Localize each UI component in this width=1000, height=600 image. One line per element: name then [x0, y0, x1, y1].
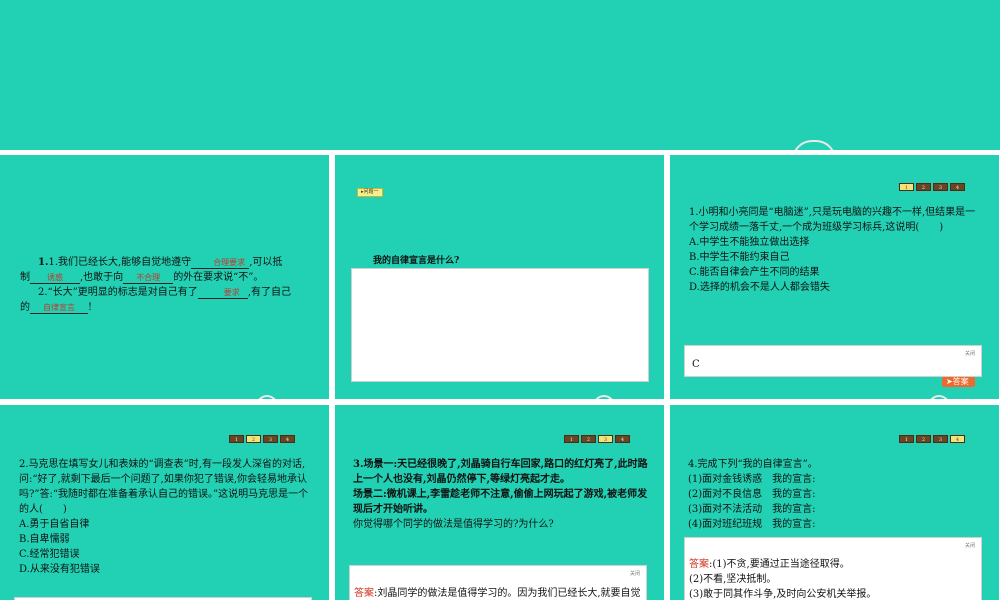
- nav-button-3[interactable]: 3: [933, 435, 948, 443]
- option-d: D.选择的机会不是人人都会错失: [689, 282, 830, 293]
- slide-panel-1[interactable]: 1.1.我们已经长大,能够自觉地遵守 合理要求 ,可以抵 制诱惑 ,也敢于向 不合理 的外…: [0, 155, 329, 399]
- answer-button-label: 答案: [952, 377, 969, 386]
- answer-label: 答案: [354, 588, 374, 599]
- scene-one: 3.场景一:天已经很晚了,刘晶骑自行车回家,路口的红灯亮了,此时路上一个人也没有…: [353, 459, 648, 485]
- question-stem: 你觉得哪个同学的做法是值得学习的?为什么?: [353, 519, 554, 530]
- question-tag-label: 问题一: [363, 189, 379, 195]
- nav-button-4[interactable]: 4: [280, 435, 295, 443]
- item-1: (1)面对金钱诱惑 我的宣言:: [688, 474, 816, 485]
- question-stem: 1.小明和小亮同是“电脑迷”,只是玩电脑的兴趣不一样,但结果是一个学习成绩一落千…: [689, 207, 976, 233]
- slide-panel-4[interactable]: 1 2 3 4 2.马克思在填写女儿和表妹的“调查表”时,有一段发人深省的对话,…: [0, 405, 329, 600]
- question-nav: 1 2 3 4: [564, 435, 630, 443]
- nav-button-1[interactable]: 1: [564, 435, 579, 443]
- answer-line-1: :(1)不贪,要通过正当途径取得。: [709, 559, 850, 570]
- question-text: 4.完成下列“我的自律宣言”。 (1)面对金钱诱惑 我的宣言: (2)面对不良信…: [688, 457, 983, 532]
- q2-end: !: [88, 302, 93, 313]
- slide-decoration-arc: [593, 395, 615, 399]
- blank-4: 要求: [197, 288, 248, 299]
- nav-button-1[interactable]: 1: [229, 435, 244, 443]
- question-text: 3.场景一:天已经很晚了,刘晶骑自行车回家,路口的红灯亮了,此时路上一个人也没有…: [353, 457, 648, 532]
- q1-mid: ,可以抵: [249, 257, 283, 268]
- slide-top: [0, 0, 1000, 150]
- nav-button-3[interactable]: 3: [933, 183, 948, 191]
- q2-prefix-2: 的: [20, 302, 30, 313]
- question-title: 4.完成下列“我的自律宣言”。: [688, 459, 818, 470]
- slide-decoration-arc: [792, 140, 836, 150]
- answer-text: 答案:刘晶同学的做法是值得学习的。因为我们已经长大,就要自觉: [354, 586, 646, 600]
- answer-button[interactable]: ➤答案: [942, 377, 975, 387]
- scene-two: 场景二:微机课上,李雷趁老师不注意,偷偷上网玩起了游戏,被老师发现后才开始听讲。: [353, 489, 648, 515]
- option-c: C.经常犯错误: [19, 549, 80, 560]
- answer-area[interactable]: [351, 268, 649, 382]
- nav-button-1[interactable]: 1: [899, 435, 914, 443]
- option-a: A.勇于自省自律: [19, 519, 90, 530]
- answer-line-3: (3)敢于同其作斗争,及时向公安机关举报。: [689, 589, 877, 600]
- answer-line-2: (2)不看,坚决抵制。: [689, 574, 777, 585]
- answer-popup: 关闭 答案:(1)不贪,要通过正当途径取得。 (2)不看,坚决抵制。 (3)敢于…: [684, 537, 982, 600]
- answer-text: 答案:(1)不贪,要通过正当途径取得。 (2)不看,坚决抵制。 (3)敢于同其作…: [689, 557, 981, 600]
- close-button[interactable]: 关闭: [965, 350, 975, 357]
- nav-button-2[interactable]: 2: [581, 435, 596, 443]
- answer-body: :刘晶同学的做法是值得学习的。因为我们已经长大,就要自觉: [374, 588, 641, 599]
- answer-label: 答案: [689, 559, 709, 570]
- slide-panel-3[interactable]: 1 2 3 4 1.小明和小亮同是“电脑迷”,只是玩电脑的兴趣不一样,但结果是一…: [670, 155, 999, 399]
- blank-3: 不合理: [123, 273, 174, 284]
- close-button[interactable]: 关闭: [965, 542, 975, 549]
- blank-1: 合理要求: [191, 258, 250, 269]
- slide-decoration-arc: [928, 395, 950, 399]
- q1-number: 1.: [38, 257, 49, 268]
- slide-panel-6[interactable]: 1 2 3 4 4.完成下列“我的自律宣言”。 (1)面对金钱诱惑 我的宣言: …: [670, 405, 999, 600]
- question-heading: 我的自律宣言是什么?: [373, 256, 460, 266]
- question-nav: 1 2 3 4: [899, 183, 965, 191]
- option-d: D.从来没有犯错误: [19, 564, 100, 575]
- question-text: 2.马克思在填写女儿和表妹的“调查表”时,有一段发人深省的对话,问:“好了,就剩…: [19, 457, 314, 577]
- q1-end: 的外在要求说“不”。: [173, 272, 264, 283]
- question-nav: 1 2 3 4: [899, 435, 965, 443]
- q1-prefix: 1.我们已经长大,能够自觉地遵守: [48, 257, 192, 268]
- question-nav: 1 2 3 4: [229, 435, 295, 443]
- answer-popup: 关闭 C: [684, 345, 982, 377]
- slide-decoration-arc: [256, 395, 278, 399]
- option-b: B.自卑懦弱: [19, 534, 70, 545]
- fill-blank-text: 1.1.我们已经长大,能够自觉地遵守 合理要求 ,可以抵 制诱惑 ,也敢于向 不合理 的外…: [20, 255, 320, 315]
- nav-button-4[interactable]: 4: [615, 435, 630, 443]
- item-2: (2)面对不良信息 我的宣言:: [688, 489, 816, 500]
- q1-mid-2: ,也敢于向: [80, 272, 124, 283]
- nav-button-3[interactable]: 3: [263, 435, 278, 443]
- blank-5: 自律宣言: [30, 303, 88, 314]
- nav-button-2[interactable]: 2: [916, 435, 931, 443]
- question-stem: 2.马克思在填写女儿和表妹的“调查表”时,有一段发人深省的对话,问:“好了,就剩…: [19, 459, 309, 515]
- option-c: C.能否自律会产生不同的结果: [689, 267, 820, 278]
- nav-button-4[interactable]: 4: [950, 435, 965, 443]
- blank-2: 诱惑: [30, 273, 80, 284]
- option-b: B.中学生不能约束自己: [689, 252, 790, 263]
- nav-button-3[interactable]: 3: [598, 435, 613, 443]
- item-4: (4)面对班纪班规 我的宣言:: [688, 519, 816, 530]
- q2-prefix: 2.“长大”更明显的标志是对自己有了: [38, 287, 198, 298]
- nav-button-2[interactable]: 2: [916, 183, 931, 191]
- answer-popup: 关闭 答案:刘晶同学的做法是值得学习的。因为我们已经长大,就要自觉: [349, 565, 647, 600]
- q1-prefix-2: 制: [20, 272, 30, 283]
- question-text: 1.小明和小亮同是“电脑迷”,只是玩电脑的兴趣不一样,但结果是一个学习成绩一落千…: [689, 205, 981, 295]
- slide-panel-5[interactable]: 1 2 3 4 3.场景一:天已经很晚了,刘晶骑自行车回家,路口的红灯亮了,此时…: [335, 405, 664, 600]
- answer-text: C: [692, 359, 700, 370]
- slide-panel-2[interactable]: ▸问题一 我的自律宣言是什么?: [335, 155, 664, 399]
- item-3: (3)面对不法活动 我的宣言:: [688, 504, 816, 515]
- nav-button-2[interactable]: 2: [246, 435, 261, 443]
- nav-button-4[interactable]: 4: [950, 183, 965, 191]
- question-tag: ▸问题一: [357, 188, 383, 197]
- q2-mid: ,有了自己: [247, 287, 291, 298]
- close-button[interactable]: 关闭: [630, 570, 640, 577]
- option-a: A.中学生不能独立做出选择: [689, 237, 810, 248]
- nav-button-1[interactable]: 1: [899, 183, 914, 191]
